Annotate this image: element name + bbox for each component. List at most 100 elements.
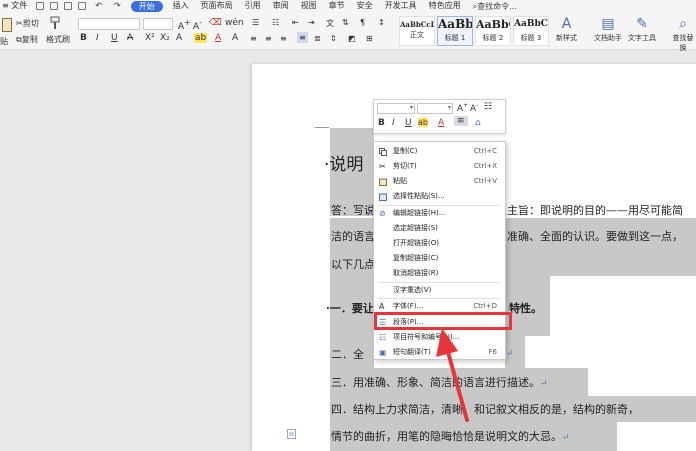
pinyin-guide-icon[interactable]: wén <box>225 18 244 28</box>
mini-underline-button[interactable]: U <box>405 118 412 128</box>
print-icon[interactable] <box>64 2 73 10</box>
document-icon[interactable] <box>287 429 296 439</box>
mini-align-icon[interactable]: ≡ <box>454 116 468 126</box>
font-color-icon[interactable]: A <box>215 33 221 43</box>
font-family-select[interactable] <box>78 18 140 30</box>
tab-home[interactable]: 开始 <box>130 0 163 12</box>
shrink-font-button[interactable]: A- <box>193 18 202 32</box>
doc-line[interactable]: 情节的曲折，用笔的隐晦恰恰是说明文的大忌。↵ <box>331 428 570 444</box>
align-center-icon[interactable]: ≡ <box>265 34 272 43</box>
style-heading-3[interactable]: AaBbC 标题 3 <box>513 16 549 46</box>
doc-line[interactable]: 主旨：即说明的目的——用尽可能简 <box>507 202 683 218</box>
mini-bold-button[interactable]: B <box>378 118 385 128</box>
doc-line[interactable]: 四．结构上力求简洁，清晰。和记叙文相反的是，结构的新奇， <box>331 401 639 417</box>
mini-font-select[interactable]: ▾ <box>377 103 415 114</box>
tab-security[interactable]: 安全 <box>351 0 379 12</box>
menu-item-copy-hyperlink[interactable]: 复制超链接(C) <box>374 251 505 266</box>
cut-button[interactable]: ✂剪切 <box>16 18 39 29</box>
menu-item-copy[interactable]: 复制(C) Ctrl+C <box>374 144 505 159</box>
mini-grow-font-icon[interactable]: A+ <box>457 102 468 114</box>
doc-line[interactable]: 以下几点 <box>331 256 375 272</box>
char-border-icon[interactable]: A <box>232 33 238 43</box>
strikethrough-button[interactable]: A <box>127 33 133 43</box>
text-tools-button[interactable]: ✎ 文字工具 <box>628 15 656 43</box>
doc-line[interactable]: 三．用准确、形象、简洁的语言进行描述。↵ <box>331 374 548 390</box>
subscript-button[interactable]: X₂ <box>160 33 170 43</box>
style-heading-2[interactable]: AaBbC 标题 2 <box>475 16 511 46</box>
menu-item-paste-special[interactable]: 选择性粘贴(S)... <box>374 189 505 204</box>
menu-item-open-hyperlink[interactable]: 打开超链接(O) <box>374 236 505 251</box>
undo-icon[interactable]: ↶ <box>89 0 108 12</box>
italic-button[interactable]: I <box>96 33 99 43</box>
doc-line[interactable]: 答：写说 <box>331 202 375 218</box>
mini-font-color-icon[interactable]: A <box>438 118 444 128</box>
menu-item-cut[interactable]: ✂ 剪切(T) Ctrl+X <box>374 159 505 174</box>
menu-item-remove-hyperlink[interactable]: 取消超链接(R) <box>374 266 505 281</box>
find-replace-button[interactable]: ⌕ 查找替换 <box>670 15 696 53</box>
format-painter-icon[interactable] <box>48 16 62 32</box>
tab-view[interactable]: 视图 <box>295 0 323 12</box>
font-size-select[interactable] <box>143 18 173 30</box>
format-painter-button[interactable]: 格式刷 <box>46 34 70 45</box>
shading-icon[interactable]: ◩ <box>348 34 356 43</box>
border-icon[interactable]: ⊞ <box>366 34 373 43</box>
doc-line[interactable]: 洁的语言 <box>331 228 375 244</box>
line-spacing-dropdown-icon[interactable]: ⇕ <box>330 34 337 43</box>
menu-item-paste[interactable]: 粘贴 Ctrl+V <box>374 174 505 189</box>
distributed-icon[interactable]: ≣ <box>314 34 321 43</box>
doc-helper-button[interactable]: ▤ 文档助手 <box>594 15 622 43</box>
doc-heading-1-end[interactable]: 特性。 <box>509 300 542 316</box>
doc-line[interactable]: 准确、全面的认识。要做到这一点， <box>507 228 683 244</box>
mini-list-icon[interactable]: ☷ <box>484 102 492 112</box>
bold-button[interactable]: B <box>80 33 87 43</box>
save-icon[interactable] <box>36 2 45 10</box>
menu-item-reconvert[interactable]: 汉字重选(V) <box>374 283 505 298</box>
indent-decrease-icon[interactable]: ⇤ <box>292 18 299 27</box>
copy-button[interactable]: ⧉复制 <box>16 34 38 45</box>
tab-page-layout[interactable]: 页面布局 <box>195 0 239 12</box>
tab-review[interactable]: 审阅 <box>267 0 295 12</box>
paste-label[interactable]: 贴 <box>0 36 8 47</box>
menu-item-edit-hyperlink[interactable]: ⊘ 编辑超链接(H)... <box>374 206 505 221</box>
style-heading-1[interactable]: AaBb 标题 1 <box>437 16 473 46</box>
doc-line[interactable]: 二．全 <box>331 346 364 362</box>
clear-format-icon[interactable]: ⌫ <box>209 18 222 28</box>
new-style-button[interactable]: A 新样式 <box>556 15 577 43</box>
mini-italic-button[interactable]: I <box>392 118 395 128</box>
align-left-icon[interactable]: ≡ <box>250 34 257 43</box>
print-preview-icon[interactable] <box>50 2 59 10</box>
doc-heading-1[interactable]: ·一．要让 <box>326 300 374 316</box>
paste-button[interactable] <box>2 18 12 34</box>
numbered-list-icon[interactable]: ☷ <box>272 18 279 27</box>
tab-developer[interactable]: 开发工具 <box>379 0 423 12</box>
tab-sections[interactable]: 章节 <box>323 0 351 12</box>
menu-file[interactable]: ≡ 文件 <box>0 0 33 12</box>
line-spacing-icon[interactable]: ↕ <box>378 18 385 27</box>
style-normal[interactable]: AaBbCcDd 正文 <box>399 16 435 46</box>
tab-features[interactable]: 特色应用 <box>423 0 467 12</box>
chinese-layout-icon[interactable]: 文 <box>326 18 334 29</box>
menu-item-select-hyperlink[interactable]: 选定超链接(S) <box>374 221 505 236</box>
mini-format-painter-icon[interactable]: ⌂ <box>475 118 481 128</box>
mini-size-select[interactable]: ▾ <box>417 103 453 114</box>
export-icon[interactable] <box>78 2 87 10</box>
menu-item-translate[interactable]: ▣ 短句翻译(T) F6 <box>374 345 505 360</box>
mini-shrink-font-icon[interactable]: A- <box>470 102 478 114</box>
tab-insert[interactable]: 插入 <box>167 0 195 12</box>
underline-button[interactable]: U <box>111 33 118 43</box>
show-marks-icon[interactable]: ¶ <box>360 18 365 27</box>
search-command[interactable]: ⌕查找命令... <box>473 1 517 12</box>
grow-font-button[interactable]: A+ <box>178 18 190 32</box>
tab-references[interactable]: 引用 <box>239 0 267 12</box>
mini-highlight-icon[interactable]: ab <box>418 118 428 127</box>
superscript-button[interactable]: X² <box>145 33 155 43</box>
doc-title[interactable]: ·说明 <box>324 150 363 175</box>
sort-icon[interactable]: ⇅ <box>342 18 349 27</box>
redo-icon[interactable]: ↷ <box>108 0 127 12</box>
align-right-icon[interactable]: ≡ <box>280 34 287 43</box>
text-effect-icon[interactable]: A <box>176 33 182 43</box>
indent-increase-icon[interactable]: ⇥ <box>308 18 315 27</box>
menu-item-bullets-numbering[interactable]: ☷ 项目符号和编号(N)... <box>374 330 505 345</box>
justify-icon[interactable]: ≡ <box>297 32 308 43</box>
bullet-list-icon[interactable]: ☰ <box>252 18 259 27</box>
